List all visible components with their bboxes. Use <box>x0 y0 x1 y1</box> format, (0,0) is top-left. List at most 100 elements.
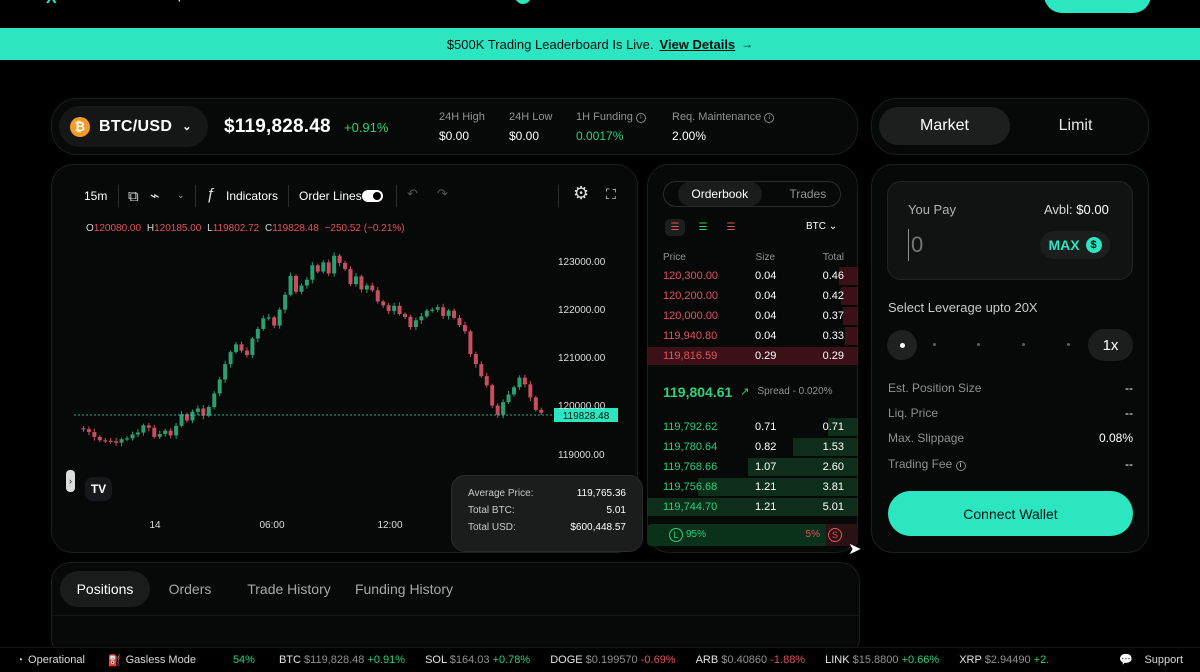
line-chart-icon[interactable]: ⌁ <box>150 186 160 206</box>
bid-size: 0.82 <box>755 441 777 453</box>
info-icon[interactable]: i <box>764 112 775 123</box>
ask-row[interactable]: 120,300.00 0.04 0.46 <box>647 266 858 286</box>
order-lines-toggle[interactable] <box>362 190 383 202</box>
tab-trades[interactable]: Trades <box>789 187 826 201</box>
bid-row[interactable]: 119,744.70 1.21 5.01 <box>647 497 858 517</box>
max-button[interactable]: MAX $ <box>1040 231 1110 259</box>
spread: Spread - 0.020% <box>757 386 833 397</box>
ask-size: 0.04 <box>755 290 777 302</box>
candle-body <box>288 275 293 295</box>
tab-funding-history[interactable]: Funding History <box>348 571 460 607</box>
tab-orders[interactable]: Orders <box>150 571 230 607</box>
ticker-item[interactable]: SOL $164.03 +0.78% <box>425 654 530 666</box>
candle-body <box>97 436 102 441</box>
bid-row[interactable]: 119,792.62 0.71 0.71 <box>647 417 858 437</box>
connect-wallet-button[interactable]: Connect Wallet <box>888 491 1133 536</box>
undo-icon[interactable]: ↶ <box>407 186 418 202</box>
view-details-link[interactable]: View Details <box>660 37 736 52</box>
bid-total: 2.60 <box>822 461 844 473</box>
ticker-item[interactable]: DOGE $0.199570 -0.69% <box>550 654 675 666</box>
info-icon[interactable]: i <box>955 460 966 471</box>
candle-body <box>146 425 151 428</box>
tab-positions[interactable]: Positions <box>60 571 150 607</box>
candle-body <box>452 310 457 318</box>
ticker-item[interactable]: LINK $15.8800 +0.66% <box>825 654 939 666</box>
support-link[interactable]: Support <box>1144 654 1183 666</box>
candle-body <box>190 411 195 421</box>
bid-price: 119,756.68 <box>663 481 718 493</box>
ask-depth-bar <box>845 327 858 345</box>
redo-icon[interactable]: ↷ <box>437 186 448 202</box>
leverage-slider[interactable]: 1x <box>887 329 1133 361</box>
gas-icon: ⛽ <box>107 654 122 667</box>
ticker-item[interactable]: BTC $119,828.48 +0.91% <box>279 654 405 666</box>
total-usd-value: $600,448.57 <box>570 522 626 533</box>
available-balance: Avbl: $0.00 <box>1044 202 1109 217</box>
market-selector[interactable]: ₿ BTC/USD ⌄ <box>59 106 208 147</box>
ohlc-legend: O120080.00 H120185.00 L119802.72 C119828… <box>86 223 405 234</box>
chevron-down-icon: ⌄ <box>182 121 192 133</box>
leverage-handle[interactable] <box>887 330 917 360</box>
candle-body <box>239 344 244 351</box>
ask-row[interactable]: 119,940.80 0.04 0.33 <box>647 326 858 346</box>
candle-body <box>212 393 217 408</box>
candle-body <box>272 317 277 326</box>
y-tick-120000: 120000.00 <box>558 401 606 412</box>
pay-amount-input[interactable] <box>908 229 1018 261</box>
ticker-fragment-percent: 54% <box>232 654 255 666</box>
ask-price: 120,000.00 <box>663 310 719 322</box>
both-sides-icon[interactable]: ☰ <box>665 219 685 236</box>
tab-trade-history[interactable]: Trade History <box>230 571 348 607</box>
bid-total: 5.01 <box>822 501 844 513</box>
chart-scroll-handle[interactable]: › <box>66 470 75 492</box>
candle-body <box>430 309 435 311</box>
bid-row[interactable]: 119,780.64 0.82 1.53 <box>647 437 858 457</box>
function-icon[interactable]: ƒ <box>206 186 215 204</box>
bid-size: 1.21 <box>755 481 777 493</box>
chevron-down-icon[interactable]: ⌄ <box>177 190 185 201</box>
book-view-buttons: ☰ ☰ ☰ <box>665 219 741 236</box>
brand-logo[interactable]: X <box>46 0 66 7</box>
ticker-item[interactable]: ARB $0.40860 -1.88% <box>696 654 806 666</box>
bid-row[interactable]: 119,768.66 1.07 2.60 <box>647 457 858 477</box>
candle-body <box>255 328 260 339</box>
indicators-button[interactable]: Indicators <box>226 189 278 203</box>
candle-body <box>501 402 506 415</box>
unit-selector[interactable]: BTC ⌄ <box>806 221 837 232</box>
bids-only-icon[interactable]: ☰ <box>693 219 713 236</box>
candle-body <box>359 276 364 290</box>
top-action-button[interactable] <box>1044 0 1151 13</box>
tab-limit[interactable]: Limit <box>1010 107 1141 145</box>
tab-orderbook[interactable]: Orderbook <box>677 182 762 206</box>
leverage-value[interactable]: 1x <box>1088 329 1133 361</box>
candles-icon[interactable]: ⧉ <box>128 188 139 205</box>
signal-icon: ◔ <box>17 654 24 666</box>
info-icon[interactable]: i <box>635 112 646 123</box>
bid-row[interactable]: 119,756.68 1.21 3.81 <box>647 477 858 497</box>
y-tick-122000: 122000.00 <box>558 305 606 316</box>
candle-body <box>517 377 522 388</box>
ask-row[interactable]: 120,000.00 0.04 0.37 <box>647 306 858 326</box>
mouse-cursor-icon: ➤ <box>848 541 862 558</box>
tab-market[interactable]: Market <box>879 107 1010 145</box>
ask-row[interactable]: 120,200.00 0.04 0.42 <box>647 286 858 306</box>
bid-price: 119,792.62 <box>663 421 718 433</box>
candle-body <box>92 432 97 437</box>
candle-body <box>484 376 489 386</box>
long-short-ratio: L 95% 5% S <box>647 524 858 546</box>
liquidation-price-row: Liq. Price -- <box>888 406 1133 420</box>
ask-price: 119,816.59 <box>663 350 718 362</box>
chat-icon[interactable]: 💬 <box>1119 653 1133 666</box>
maintenance-label: Req. Maintenance i <box>672 111 775 123</box>
settings-icon[interactable]: ⚙ <box>573 183 589 204</box>
ask-row[interactable]: 119,816.59 0.29 0.29 <box>647 346 858 366</box>
nav-fragment-3: / <box>371 0 374 2</box>
interval-selector[interactable]: 15m <box>84 189 107 203</box>
orderbook-tabs: Orderbook Trades <box>663 181 841 207</box>
fullscreen-icon[interactable]: ⛶ <box>606 186 616 203</box>
candle-body <box>125 438 130 440</box>
tradingview-logo: TV <box>85 477 112 501</box>
asks-only-icon[interactable]: ☰ <box>721 219 741 236</box>
ticker-item[interactable]: XRP $2.94490 +2. <box>959 654 1049 666</box>
average-price-value: 119,765.36 <box>576 488 626 499</box>
